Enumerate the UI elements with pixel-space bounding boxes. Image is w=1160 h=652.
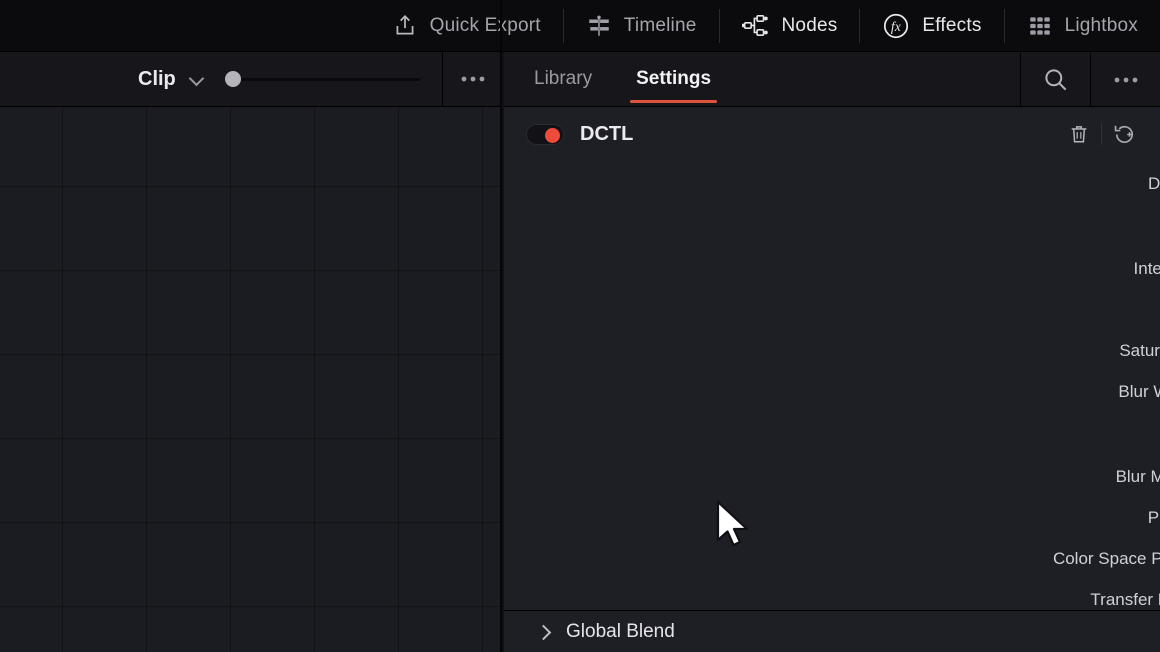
dctl-section-title: DCTL — [580, 122, 634, 145]
davinci-resolve-window: Quick Export Timeline Nodes fx Effects L… — [0, 0, 1160, 652]
row-dctl-list: DCTL List QT_Halation_v0.1 — [504, 163, 1160, 204]
tab-label: Settings — [636, 68, 712, 89]
preset-label: Preset🎞️ — [1147, 507, 1160, 527]
slider-track — [224, 78, 420, 81]
svg-text:fx: fx — [891, 19, 901, 34]
clip-more-options-button[interactable] — [442, 52, 502, 106]
toolbar-item-effects[interactable]: fx Effects — [860, 0, 1003, 52]
toolbar-item-quick-export[interactable]: Quick Export — [370, 0, 563, 52]
slider-handle[interactable] — [224, 71, 241, 87]
more-options-icon — [1114, 77, 1137, 82]
dctl-section-header: DCTL — [504, 113, 1160, 155]
row-saturation: Saturation🎨1.000 — [504, 330, 1160, 371]
nodes-icon — [741, 12, 770, 40]
chevron-right-icon — [538, 625, 552, 639]
tab-label: Library — [534, 68, 593, 89]
inspector-panel: Library Settings DCTL D Inte Satur Blur … — [504, 52, 1160, 652]
node-graph-canvas[interactable] — [0, 107, 502, 652]
chevron-down-icon[interactable] — [189, 71, 205, 87]
dctl-slider-rows: Intensity🔦1.000Hue🌈0.0Saturation🎨1.000Bl… — [504, 248, 1160, 412]
blur-width-label: Blur Width💧 — [1118, 381, 1160, 401]
toolbar-item-lightbox[interactable]: Lightbox — [1005, 0, 1160, 52]
tab-library[interactable]: Library — [520, 52, 606, 107]
search-button[interactable] — [1020, 52, 1090, 107]
toolbar-label: Quick Export — [429, 14, 541, 36]
delete-effect-button[interactable] — [1057, 113, 1101, 155]
toolbar-label: Timeline — [623, 14, 697, 36]
export-icon — [392, 13, 418, 39]
tab-settings[interactable]: Settings — [622, 52, 725, 107]
lightbox-icon — [1027, 13, 1053, 39]
clip-toolbar: Clip — [0, 52, 502, 107]
inspector-tabbar-actions — [1020, 52, 1160, 107]
row-bypass: 🚫 Bypass — [504, 412, 1160, 456]
more-options-icon — [461, 76, 484, 82]
row-blur-model: Blur Model🗽Exponential Blur — [504, 456, 1160, 497]
row-color-space-primaries: Color Space PrimariesRec.709 — [504, 538, 1160, 579]
clip-zoom-slider[interactable] — [224, 71, 420, 87]
dctl-header-actions — [1057, 113, 1146, 155]
global-blend-section[interactable]: Global Blend — [504, 610, 1160, 652]
toolbar-label: Effects — [922, 14, 982, 36]
row-blur-width: Blur Width💧1.000 — [504, 371, 1160, 412]
saturation-label: Saturation🎨 — [1119, 340, 1160, 360]
blur-model-label: Blur Model🗽 — [1115, 466, 1160, 486]
inspector-tabbar: Library Settings — [504, 52, 1160, 107]
toolbar-item-nodes[interactable]: Nodes — [720, 0, 860, 52]
trash-icon — [1071, 126, 1087, 143]
reset-add-icon — [1114, 125, 1133, 143]
toolbar-label: Lightbox — [1064, 14, 1138, 36]
hue-label: Hue🌈 — [504, 300, 1160, 320]
search-icon — [1045, 69, 1067, 91]
row-reload-dctl: Reload DCTL — [504, 204, 1160, 248]
dctl-list-label: DCTL List — [1148, 173, 1160, 193]
timeline-icon — [586, 13, 612, 39]
top-toolbar: Quick Export Timeline Nodes fx Effects L… — [0, 0, 1160, 52]
global-blend-label: Global Blend — [566, 620, 675, 642]
fx-icon: fx — [882, 12, 910, 40]
inspector-more-options-button[interactable] — [1090, 52, 1160, 107]
clip-mode-label: Clip — [138, 67, 176, 90]
panel-divider — [500, 0, 502, 652]
toolbar-item-timeline[interactable]: Timeline — [564, 0, 719, 52]
toggle-knob — [545, 127, 560, 143]
toolbar-label: Nodes — [781, 14, 838, 36]
dctl-enable-toggle[interactable] — [526, 123, 564, 145]
color-space-primaries-label: Color Space Primaries — [1052, 548, 1160, 568]
dctl-dropdown-rows: Blur Model🗽Exponential BlurPreset🎞️Super… — [504, 456, 1160, 620]
row-preset: Preset🎞️Super 16 — [504, 497, 1160, 538]
transfer-function-label: Transfer Function — [1090, 589, 1160, 609]
intensity-label: Intensity🔦 — [1133, 258, 1160, 278]
row-hue: Hue🌈0.0 — [504, 289, 1160, 330]
row-intensity: Intensity🔦1.000 — [504, 248, 1160, 289]
reset-all-button[interactable] — [1102, 113, 1146, 155]
